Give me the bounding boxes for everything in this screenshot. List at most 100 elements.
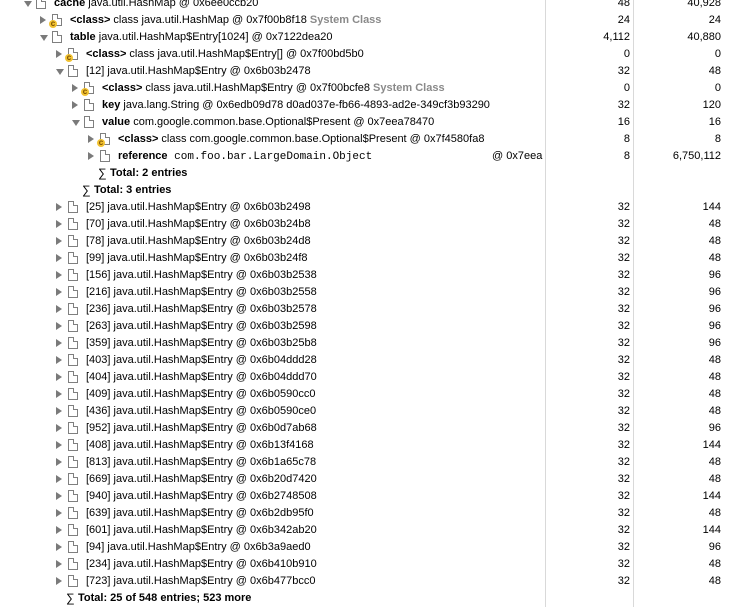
- class-object-icon: c: [49, 14, 62, 28]
- tree-row[interactable]: [263] java.util.HashMap$Entry @ 0x6b03b2…: [0, 318, 739, 335]
- disclosure-collapsed-icon[interactable]: [88, 152, 94, 160]
- shallow-heap-value: 24: [617, 14, 630, 26]
- tree-row[interactable]: [409] java.util.HashMap$Entry @ 0x6b0590…: [0, 386, 739, 403]
- disclosure-collapsed-icon[interactable]: [56, 373, 62, 381]
- retained-heap-value: 120: [702, 99, 721, 111]
- tree-row[interactable]: [156] java.util.HashMap$Entry @ 0x6b03b2…: [0, 267, 739, 284]
- disclosure-collapsed-icon[interactable]: [72, 84, 78, 92]
- tree-row[interactable]: [234] java.util.HashMap$Entry @ 0x6b410b…: [0, 556, 739, 573]
- disclosure-collapsed-icon[interactable]: [56, 220, 62, 228]
- object-icon: [68, 320, 78, 332]
- tree-row[interactable]: [403] java.util.HashMap$Entry @ 0x6b04dd…: [0, 352, 739, 369]
- object-icon: [68, 354, 78, 366]
- tree-row[interactable]: [813] java.util.HashMap$Entry @ 0x6b1a65…: [0, 454, 739, 471]
- disclosure-collapsed-icon[interactable]: [56, 526, 62, 534]
- row-object-description: [359] java.util.HashMap$Entry @ 0x6b03b2…: [86, 337, 317, 349]
- tree-row[interactable]: [94] java.util.HashMap$Entry @ 0x6b3a9ae…: [0, 539, 739, 556]
- shallow-heap-value: 32: [617, 99, 630, 111]
- tree-row[interactable]: [359] java.util.HashMap$Entry @ 0x6b03b2…: [0, 335, 739, 352]
- tree-row[interactable]: [723] java.util.HashMap$Entry @ 0x6b477b…: [0, 573, 739, 590]
- disclosure-collapsed-icon[interactable]: [56, 271, 62, 279]
- tree-row[interactable]: ∑ Total: 3 entries: [0, 182, 739, 199]
- row-object-description: [952] java.util.HashMap$Entry @ 0x6b0d7a…: [86, 422, 317, 434]
- disclosure-expanded-icon[interactable]: [56, 69, 64, 75]
- tree-row[interactable]: [436] java.util.HashMap$Entry @ 0x6b0590…: [0, 403, 739, 420]
- tree-row[interactable]: [639] java.util.HashMap$Entry @ 0x6b2db9…: [0, 505, 739, 522]
- tree-row[interactable]: c <class> class java.util.HashMap$Entry[]…: [0, 46, 739, 63]
- tree-row[interactable]: [78] java.util.HashMap$Entry @ 0x6b03b24…: [0, 233, 739, 250]
- disclosure-collapsed-icon[interactable]: [56, 492, 62, 500]
- shallow-heap-value: 8: [623, 150, 630, 162]
- disclosure-collapsed-icon[interactable]: [56, 407, 62, 415]
- tree-row[interactable]: cache java.util.HashMap @ 0x6ee0ccb20 48 4…: [0, 0, 739, 12]
- shallow-heap-value: 32: [617, 286, 630, 298]
- tree-row[interactable]: c <class> class com.google.common.base.Op…: [0, 131, 739, 148]
- disclosure-collapsed-icon[interactable]: [56, 203, 62, 211]
- row-object-description: [404] java.util.HashMap$Entry @ 0x6b04dd…: [86, 371, 317, 383]
- tree-row[interactable]: c <class> class java.util.HashMap @ 0x7f0…: [0, 12, 739, 29]
- tree-row[interactable]: [404] java.util.HashMap$Entry @ 0x6b04dd…: [0, 369, 739, 386]
- disclosure-collapsed-icon[interactable]: [56, 424, 62, 432]
- tree-row[interactable]: value com.google.common.base.Optional$Pr…: [0, 114, 739, 131]
- row-object-description: com.foo.bar.LargeDomain.Object: [167, 151, 373, 163]
- disclosure-collapsed-icon[interactable]: [56, 305, 62, 313]
- tree-row[interactable]: [70] java.util.HashMap$Entry @ 0x6b03b24…: [0, 216, 739, 233]
- disclosure-collapsed-icon[interactable]: [56, 475, 62, 483]
- disclosure-expanded-icon[interactable]: [24, 1, 32, 7]
- disclosure-collapsed-icon[interactable]: [56, 560, 62, 568]
- tree-row[interactable]: [601] java.util.HashMap$Entry @ 0x6b342a…: [0, 522, 739, 539]
- disclosure-expanded-icon[interactable]: [40, 35, 48, 41]
- tree-row[interactable]: [940] java.util.HashMap$Entry @ 0x6b2748…: [0, 488, 739, 505]
- row-object-description: [156] java.util.HashMap$Entry @ 0x6b03b2…: [86, 269, 317, 281]
- object-icon: [36, 0, 46, 9]
- retained-heap-value: 48: [708, 218, 721, 230]
- row-field-name: key: [102, 99, 121, 111]
- tree-row[interactable]: [669] java.util.HashMap$Entry @ 0x6b20d7…: [0, 471, 739, 488]
- tree-row-text: table java.util.HashMap$Entry[1024] @ 0x…: [70, 29, 333, 46]
- disclosure-collapsed-icon[interactable]: [56, 356, 62, 364]
- disclosure-collapsed-icon[interactable]: [56, 339, 62, 347]
- disclosure-collapsed-icon[interactable]: [72, 101, 78, 109]
- tree-row[interactable]: ∑ Total: 2 entries: [0, 165, 739, 182]
- disclosure-collapsed-icon[interactable]: [56, 458, 62, 466]
- tree-row[interactable]: key java.lang.String @ 0x6edb09d78 d0ad0…: [0, 97, 739, 114]
- disclosure-collapsed-icon[interactable]: [56, 237, 62, 245]
- tree-row[interactable]: [216] java.util.HashMap$Entry @ 0x6b03b2…: [0, 284, 739, 301]
- shallow-heap-value: 32: [617, 541, 630, 553]
- tree-row[interactable]: [99] java.util.HashMap$Entry @ 0x6b03b24…: [0, 250, 739, 267]
- disclosure-collapsed-icon[interactable]: [88, 135, 94, 143]
- tree-row-text: [952] java.util.HashMap$Entry @ 0x6b0d7a…: [86, 420, 317, 437]
- disclosure-collapsed-icon[interactable]: [56, 543, 62, 551]
- tree-row[interactable]: [952] java.util.HashMap$Entry @ 0x6b0d7a…: [0, 420, 739, 437]
- disclosure-collapsed-icon[interactable]: [56, 288, 62, 296]
- row-object-description: java.util.HashMap @ 0x6ee0ccb20: [85, 0, 259, 9]
- tree-row[interactable]: table java.util.HashMap$Entry[1024] @ 0x…: [0, 29, 739, 46]
- disclosure-collapsed-icon[interactable]: [56, 390, 62, 398]
- row-object-description: [409] java.util.HashMap$Entry @ 0x6b0590…: [86, 388, 316, 400]
- row-object-description: [78] java.util.HashMap$Entry @ 0x6b03b24…: [86, 235, 311, 247]
- retained-heap-value: 96: [708, 541, 721, 553]
- disclosure-collapsed-icon[interactable]: [56, 50, 62, 58]
- retained-heap-value: 48: [708, 252, 721, 264]
- tree-row[interactable]: [236] java.util.HashMap$Entry @ 0x6b03b2…: [0, 301, 739, 318]
- disclosure-collapsed-icon[interactable]: [56, 509, 62, 517]
- disclosure-expanded-icon[interactable]: [72, 120, 80, 126]
- retained-heap-value: 96: [708, 269, 721, 281]
- shallow-heap-value: 32: [617, 490, 630, 502]
- disclosure-collapsed-icon[interactable]: [40, 16, 46, 24]
- tree-row[interactable]: [25] java.util.HashMap$Entry @ 0x6b03b24…: [0, 199, 739, 216]
- tree-row[interactable]: [12] java.util.HashMap$Entry @ 0x6b03b24…: [0, 63, 739, 80]
- disclosure-collapsed-icon[interactable]: [56, 441, 62, 449]
- tree-row[interactable]: c <class> class java.util.HashMap$Entry @…: [0, 80, 739, 97]
- retained-heap-value: 96: [708, 320, 721, 332]
- tree-row[interactable]: ∑ Total: 25 of 548 entries; 523 more: [0, 590, 739, 607]
- row-object-description: [263] java.util.HashMap$Entry @ 0x6b03b2…: [86, 320, 317, 332]
- tree-row[interactable]: reference com.foo.bar.LargeDomain.Object…: [0, 148, 739, 165]
- tree-row[interactable]: [408] java.util.HashMap$Entry @ 0x6b13f4…: [0, 437, 739, 454]
- disclosure-collapsed-icon[interactable]: [56, 254, 62, 262]
- object-icon: [68, 473, 78, 485]
- row-object-description: [25] java.util.HashMap$Entry @ 0x6b03b24…: [86, 201, 311, 213]
- disclosure-collapsed-icon[interactable]: [56, 322, 62, 330]
- disclosure-collapsed-icon[interactable]: [56, 577, 62, 585]
- shallow-heap-value: 32: [617, 371, 630, 383]
